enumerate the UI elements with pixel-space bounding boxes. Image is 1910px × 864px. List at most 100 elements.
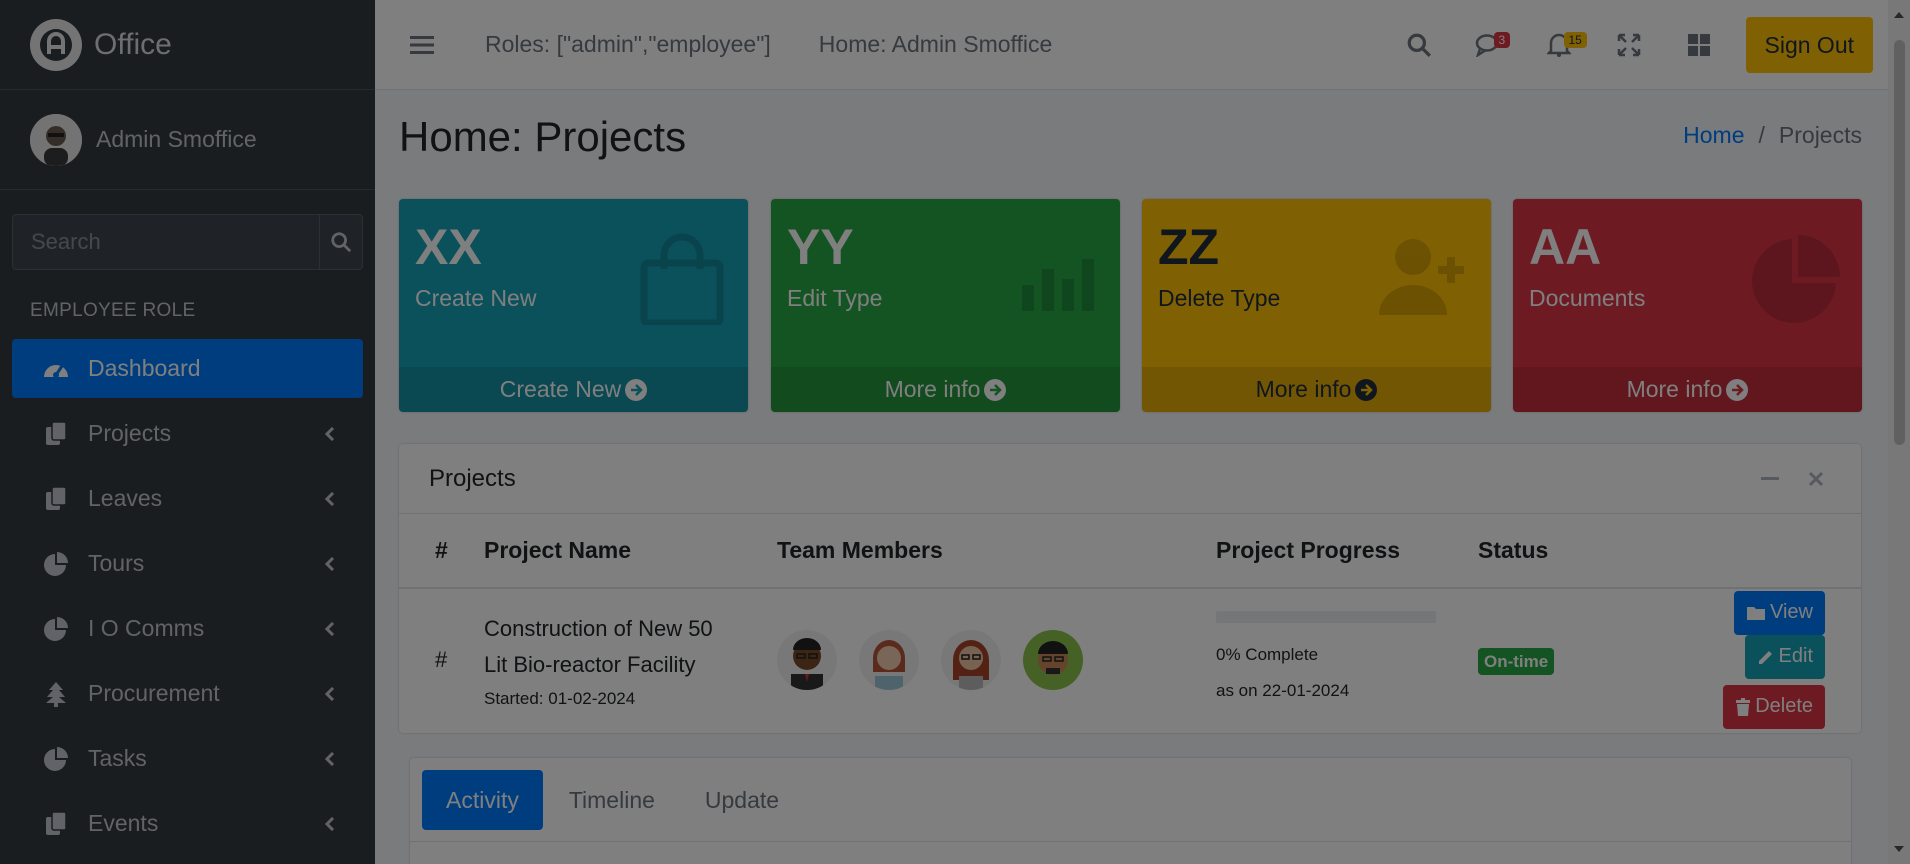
chevron-left-icon — [324, 816, 335, 831]
tree-icon — [42, 680, 70, 708]
sidebar-item-dashboard[interactable]: Dashboard — [12, 339, 363, 398]
view-button[interactable]: View — [1734, 590, 1825, 635]
status-cell: On-time — [1478, 588, 1658, 730]
info-box-footer-label: More info — [884, 376, 981, 402]
brand-link[interactable]: Office — [0, 0, 375, 90]
chevron-left-icon — [324, 686, 335, 701]
fullscreen-button[interactable] — [1594, 0, 1664, 90]
bar-chart-icon — [1022, 259, 1094, 311]
row-index: # — [435, 646, 448, 672]
breadcrumb-separator: / — [1758, 122, 1765, 148]
projects-card-title: Projects — [429, 464, 516, 492]
info-box-footer-label: More info — [1255, 376, 1352, 402]
scroll-up-arrow[interactable] — [1894, 12, 1904, 18]
breadcrumb: Home / Projects — [1683, 122, 1862, 149]
sidebar-item-label: Leaves — [88, 485, 163, 511]
sidebar-search-button[interactable] — [319, 215, 362, 269]
progress-date-text: as on 22-01-2024 — [1216, 680, 1350, 700]
top-navbar: Roles: ["admin","employee"] Home: Admin … — [375, 0, 1888, 90]
tab-timeline[interactable]: Timeline — [545, 770, 679, 830]
page-title: Home: Projects — [399, 113, 687, 160]
arrow-circle-right-icon — [1726, 378, 1749, 401]
view-button-label: View — [1770, 601, 1813, 623]
pie-chart-icon — [42, 615, 70, 643]
chevron-left-icon — [324, 556, 335, 571]
edit-button-label: Edit — [1778, 645, 1813, 667]
sidebar-item-label: Projects — [88, 420, 172, 446]
project-start-date: Started: 01-02-2024 — [484, 688, 636, 708]
arrow-circle-right-icon — [1355, 378, 1378, 401]
sidebar-item-label: Procurement — [88, 680, 220, 706]
team-member-avatar — [941, 629, 1002, 690]
shopping-bag-icon — [640, 233, 724, 325]
sidebar-item-tasks[interactable]: Tasks — [12, 729, 363, 788]
sidebar-item-tours[interactable]: Tours — [12, 534, 363, 593]
tab-activity[interactable]: Activity — [422, 770, 543, 830]
page-scrollbar[interactable] — [1888, 0, 1910, 864]
progress-percent-text: 0% Complete — [1216, 644, 1319, 664]
projects-card-header: Projects — [399, 444, 1861, 514]
table-row: # Construction of New 50 Lit Bio-reactor… — [399, 588, 1861, 730]
projects-card: Projects # Project Name Team Members Pro… — [399, 444, 1861, 733]
messages-button[interactable]: 3 — [1454, 0, 1524, 90]
navbar-right: 3 15 Sign Out — [1384, 0, 1889, 90]
tab-update[interactable]: Update — [681, 770, 803, 830]
home-link[interactable]: Home: Admin Smoffice — [819, 31, 1053, 58]
chevron-left-icon — [324, 426, 335, 441]
chevron-left-icon — [324, 491, 335, 506]
arrow-circle-right-icon — [984, 378, 1007, 401]
menu-toggle-button[interactable] — [407, 30, 437, 60]
grid-icon — [1687, 34, 1710, 56]
nav-section-header: EMPLOYEE ROLE — [30, 300, 196, 321]
sidebar-item-io-comms[interactable]: I O Comms — [12, 599, 363, 658]
notifications-button[interactable]: 15 — [1524, 0, 1594, 90]
pie-chart-icon — [42, 550, 70, 578]
sidebar-item-label: Dashboard — [88, 355, 201, 381]
info-box-footer-link[interactable]: Create New — [399, 367, 748, 412]
navbar-search-button[interactable] — [1384, 0, 1454, 90]
user-panel[interactable]: Admin Smoffice — [0, 90, 375, 190]
column-header-status: Status — [1478, 514, 1658, 589]
chevron-left-icon — [324, 751, 335, 766]
sidebar-search-input[interactable] — [13, 215, 319, 269]
notifications-badge: 15 — [1563, 32, 1587, 48]
user-plus-icon — [1379, 239, 1464, 315]
user-name[interactable]: Admin Smoffice — [96, 126, 257, 153]
sidebar-item-events[interactable]: Events — [12, 794, 363, 853]
column-header-project-name: Project Name — [484, 514, 777, 589]
minus-icon — [1761, 477, 1779, 480]
remove-button[interactable] — [1793, 466, 1839, 492]
sign-out-button[interactable]: Sign Out — [1745, 17, 1873, 73]
pencil-icon — [1758, 650, 1772, 664]
control-sidebar-button[interactable] — [1664, 0, 1734, 90]
roles-link[interactable]: Roles: ["admin","employee"] — [485, 31, 771, 58]
status-badge: On-time — [1478, 647, 1555, 675]
sidebar: Office Admin Smoffice EMPLOYEE ROLE Dash… — [0, 0, 375, 864]
activity-tabs: Activity Timeline Update — [410, 758, 1851, 842]
sidebar-item-projects[interactable]: Projects — [12, 404, 363, 463]
messages-badge: 3 — [1493, 32, 1511, 48]
scroll-down-arrow[interactable] — [1894, 846, 1904, 852]
delete-button[interactable]: Delete — [1723, 684, 1825, 729]
column-header-actions — [1658, 514, 1861, 589]
pie-chart-icon — [42, 745, 70, 773]
collapse-button[interactable] — [1747, 466, 1793, 492]
sidebar-item-label: Events — [88, 810, 159, 836]
actions-cell: View Edit Delete — [1658, 588, 1861, 730]
projects-table: # Project Name Team Members Project Prog… — [399, 514, 1861, 730]
breadcrumb-home-link[interactable]: Home — [1683, 122, 1744, 149]
sidebar-item-leaves[interactable]: Leaves — [12, 469, 363, 528]
team-members-cell — [777, 588, 1216, 730]
brand-name: Office — [94, 27, 172, 61]
info-box-footer-link[interactable]: More info — [1142, 367, 1491, 412]
edit-button[interactable]: Edit — [1744, 634, 1825, 679]
project-progress-bar — [1216, 610, 1436, 623]
activity-card: Activity Timeline Update — [410, 758, 1851, 864]
project-progress-cell: 0% Complete as on 22-01-2024 — [1216, 588, 1478, 730]
info-box-footer-link[interactable]: More info — [771, 367, 1120, 412]
info-box-footer-link[interactable]: More info — [1513, 367, 1862, 412]
scroll-thumb[interactable] — [1894, 40, 1905, 445]
team-member-avatar — [1023, 629, 1084, 690]
sidebar-item-procurement[interactable]: Procurement — [12, 664, 363, 723]
info-box-documents: AA Documents More info — [1513, 199, 1862, 412]
